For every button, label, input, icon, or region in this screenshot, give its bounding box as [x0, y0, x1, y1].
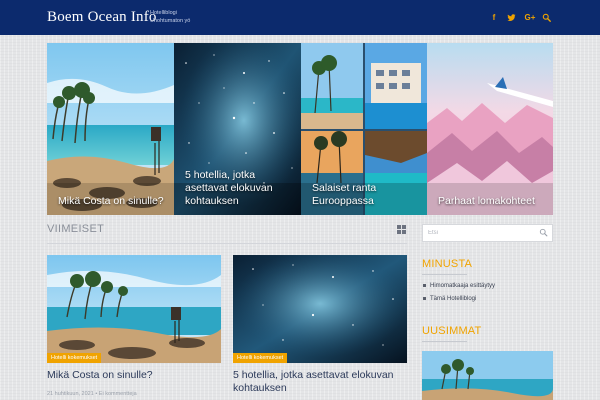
about-link-traveller[interactable]: Himomatkaaja esittäytyy — [423, 283, 495, 289]
grid-icon[interactable] — [397, 225, 406, 234]
twitter-icon[interactable] — [506, 12, 516, 22]
category-badge[interactable]: Hotelli kokemukset — [233, 353, 288, 363]
divider — [47, 243, 407, 244]
post-meta: 21 huhtikuun, 2021 • Ei kommentteja — [47, 391, 137, 397]
about-link-blog[interactable]: Tämä Hotelliblogi — [423, 296, 476, 302]
facebook-icon[interactable]: f — [489, 12, 499, 22]
recent-image-beach — [422, 351, 553, 400]
post-image-night-sky — [233, 255, 407, 363]
search-icon — [542, 13, 551, 22]
slide-costa[interactable]: Mikä Costa on sinulle? — [47, 43, 174, 215]
post-image-beach — [47, 255, 221, 363]
slide-best-destinations[interactable]: Parhaat lomakohteet — [427, 43, 553, 215]
slide-caption[interactable]: 5 hotellia, jotka asettavat elokuvan koh… — [185, 169, 293, 208]
slide-caption[interactable]: Salaiset ranta Eurooppassa — [312, 182, 419, 208]
site-tagline: Hotelliblogi Unohtumaton yö — [150, 10, 190, 25]
recent-widget-title: UUSIMMAT — [422, 325, 482, 337]
site-title[interactable]: Boem Ocean Info — [47, 9, 157, 26]
slide-hotels-movie[interactable]: 5 hotellia, jotka asettavat elokuvan koh… — [174, 43, 301, 215]
category-badge[interactable]: Hotelli kokemukset — [47, 353, 102, 363]
search-input[interactable] — [423, 225, 533, 241]
recent-post-thumbnail[interactable] — [422, 351, 553, 400]
divider — [422, 274, 467, 275]
slide-image-mountains — [427, 43, 553, 215]
post-thumbnail[interactable]: Hotelli kokemukset — [233, 255, 407, 363]
divider — [422, 341, 467, 342]
slide-caption[interactable]: Mikä Costa on sinulle? — [58, 195, 166, 208]
post-title[interactable]: Mikä Costa on sinulle? — [47, 369, 221, 382]
slide-secret-beach[interactable]: Salaiset ranta Eurooppassa — [301, 43, 427, 215]
site-header: Boem Ocean Info Hotelliblogi Unohtumaton… — [0, 0, 600, 35]
slide-image-beach — [47, 43, 174, 215]
tagline-line-2: Unohtumaton yö — [150, 17, 191, 24]
google-plus-icon[interactable]: G+ — [523, 12, 537, 22]
post-thumbnail[interactable]: Hotelli kokemukset — [47, 255, 221, 363]
search-icon[interactable] — [539, 228, 548, 237]
search-box — [422, 224, 553, 242]
header-search-button[interactable] — [541, 12, 551, 22]
featured-slider: Mikä Costa on sinulle? 5 hotellia, jotka… — [47, 43, 553, 215]
tagline-line-1: Hotelliblogi — [150, 10, 177, 16]
slide-caption[interactable]: Parhaat lomakohteet — [438, 195, 545, 208]
latest-heading: VIIMEISET — [47, 223, 105, 235]
about-widget-title: MINUSTA — [422, 258, 473, 270]
post-title[interactable]: 5 hotellia, jotka asettavat elokuvan koh… — [233, 369, 413, 395]
